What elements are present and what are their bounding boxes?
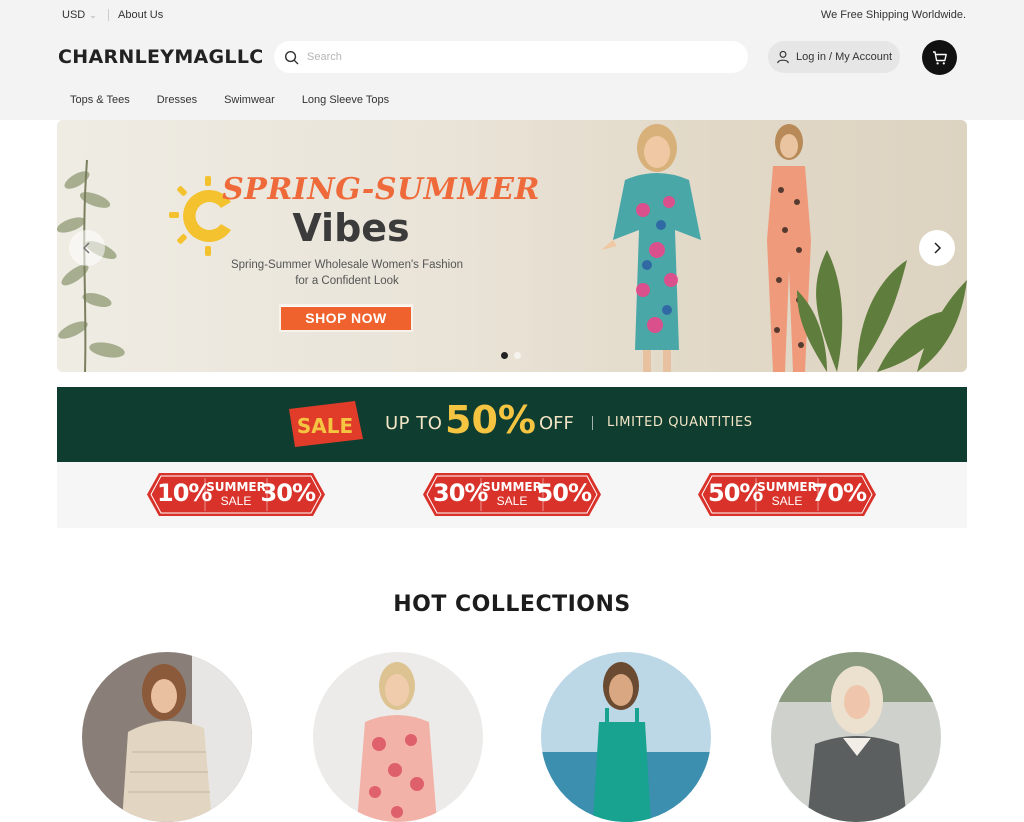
collection-photo bbox=[82, 652, 252, 822]
tier-label: SUMMER bbox=[206, 480, 266, 494]
account-label: Log in / My Account bbox=[796, 51, 892, 63]
tier-to: 70% bbox=[811, 479, 867, 507]
search-bar[interactable] bbox=[274, 41, 748, 73]
account-button[interactable]: Log in / My Account bbox=[768, 41, 900, 73]
sale-tier-50-70[interactable]: 50% SUMMER SALE 70% bbox=[698, 473, 876, 516]
nav-item-swimwear[interactable]: Swimwear bbox=[224, 94, 275, 106]
model-photo-dress bbox=[601, 124, 701, 372]
user-icon bbox=[777, 50, 789, 64]
shipping-notice: We Free Shipping Worldwide. bbox=[820, 9, 966, 21]
tier-from: 50% bbox=[708, 479, 763, 507]
currency-selector[interactable]: USD ⌄ bbox=[62, 9, 97, 21]
chevron-left-icon bbox=[82, 242, 90, 254]
nav-item-long-sleeve-tops[interactable]: Long Sleeve Tops bbox=[302, 94, 389, 106]
tier-from: 30% bbox=[433, 479, 488, 507]
hero-subtitle-line1: Spring-Summer Wholesale Women's Fashion bbox=[230, 259, 464, 271]
tier-from: 10% bbox=[157, 479, 212, 507]
nav-item-tops-tees[interactable]: Tops & Tees bbox=[70, 94, 130, 106]
cart-button[interactable] bbox=[922, 40, 957, 75]
sale-banner[interactable]: SALE UP TO 50% OFF LIMITED QUANTITIES bbox=[57, 387, 967, 462]
carousel-prev-button[interactable] bbox=[69, 230, 105, 266]
collection-photo bbox=[313, 652, 483, 822]
collection-photo bbox=[541, 652, 711, 822]
chevron-right-icon bbox=[934, 242, 942, 254]
top-bar: USD ⌄ About Us We Free Shipping Worldwid… bbox=[0, 0, 1024, 30]
hero-carousel[interactable]: SPRING-SUMMER Vibes Spring-Summer Wholes… bbox=[57, 120, 967, 372]
divider bbox=[592, 416, 593, 430]
hot-collections-title: HOT COLLECTIONS bbox=[393, 592, 631, 617]
carousel-dot[interactable] bbox=[514, 352, 521, 359]
hero-subtitle-line2: for a Confident Look bbox=[295, 275, 399, 287]
currency-label: USD bbox=[62, 9, 86, 21]
collection-tops[interactable] bbox=[82, 652, 252, 822]
sale-percent: 50% bbox=[445, 398, 536, 442]
sale-off: OFF bbox=[539, 413, 574, 434]
site-header: CHARNLEYMAGLLC Log in / My Account Tops … bbox=[0, 30, 1024, 120]
sale-up-to: UP TO bbox=[385, 413, 443, 434]
tier-sublabel: SALE bbox=[771, 494, 803, 508]
chevron-down-icon: ⌄ bbox=[89, 9, 97, 20]
collection-long-sleeve-tops[interactable] bbox=[771, 652, 941, 822]
sale-tier-30-50[interactable]: 30% SUMMER SALE 50% bbox=[423, 473, 601, 516]
hero-title: Vibes bbox=[292, 206, 410, 250]
carousel-next-button[interactable] bbox=[919, 230, 955, 266]
main-nav: Tops & Tees Dresses Swimwear Long Sleeve… bbox=[70, 94, 416, 106]
carousel-dots bbox=[501, 352, 521, 359]
tier-sublabel: SALE bbox=[496, 494, 528, 508]
search-icon[interactable] bbox=[284, 50, 299, 65]
tier-to: 30% bbox=[260, 479, 316, 507]
nav-item-dresses[interactable]: Dresses bbox=[157, 94, 197, 106]
carousel-dot[interactable] bbox=[501, 352, 508, 359]
cart-icon bbox=[932, 50, 947, 64]
tier-label: SUMMER bbox=[757, 480, 817, 494]
hero-kicker: SPRING-SUMMER bbox=[222, 172, 540, 207]
collection-photo bbox=[771, 652, 941, 822]
divider bbox=[108, 9, 109, 21]
search-input[interactable] bbox=[307, 51, 727, 63]
tier-to: 50% bbox=[536, 479, 592, 507]
collection-swimwear[interactable] bbox=[541, 652, 711, 822]
shop-now-button[interactable]: SHOP NOW bbox=[279, 304, 413, 332]
sale-tiers: 10% SUMMER SALE 30% 30% SUMMER SALE 50% 50… bbox=[57, 462, 967, 528]
site-logo[interactable]: CHARNLEYMAGLLC bbox=[58, 46, 264, 68]
sale-badge-text: SALE bbox=[297, 414, 353, 438]
sale-limited: LIMITED QUANTITIES bbox=[607, 415, 753, 430]
about-us-link[interactable]: About Us bbox=[118, 9, 163, 21]
collection-dresses[interactable] bbox=[313, 652, 483, 822]
tier-label: SUMMER bbox=[482, 480, 542, 494]
sale-tier-10-30[interactable]: 10% SUMMER SALE 30% bbox=[147, 473, 325, 516]
sale-badge-graphic: SALE bbox=[289, 401, 363, 447]
tier-sublabel: SALE bbox=[220, 494, 252, 508]
